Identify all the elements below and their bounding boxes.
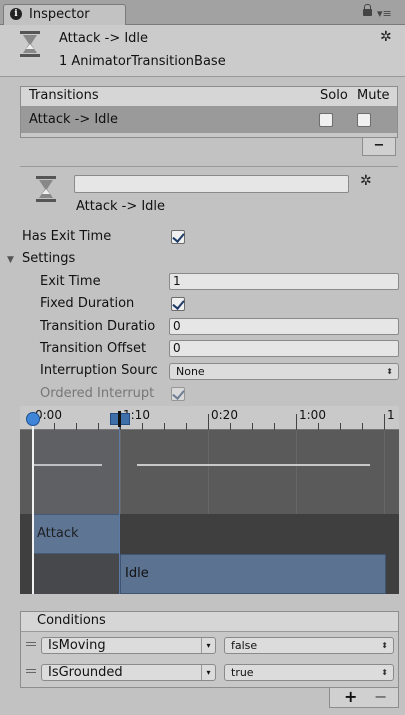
drag-handle-icon[interactable]: [26, 642, 36, 646]
interruption-source-dropdown[interactable]: None ⬍: [169, 363, 399, 380]
transition-duration-field[interactable]: 0: [169, 318, 399, 335]
conditions-header: Conditions: [21, 612, 398, 632]
condition-value-dropdown[interactable]: true ⬍: [224, 664, 394, 681]
timeline-ruler[interactable]: 0:00 1:10 0:20 1:00 1: [20, 406, 399, 430]
hourglass-icon: [36, 176, 56, 202]
condition-parameter-dropdown[interactable]: IsMoving ▾: [41, 637, 216, 654]
transition-offset-label: Transition Offset: [40, 341, 147, 356]
settings-label[interactable]: Settings: [22, 251, 75, 266]
transition-end-line: [119, 420, 120, 594]
mute-header: Mute: [357, 88, 390, 103]
dropdown-arrow-icon: ⬍: [386, 367, 393, 376]
lock-icon[interactable]: [363, 4, 372, 16]
ruler-tick-label: 0:20: [211, 408, 238, 422]
menu-icon[interactable]: ▾≡: [377, 8, 392, 19]
playhead-marker[interactable]: [26, 412, 40, 426]
gear-icon[interactable]: ✲: [380, 29, 392, 45]
transitions-list: Transitions Solo Mute Attack -> Idle: [20, 86, 398, 138]
tab-inspector[interactable]: i Inspector: [3, 4, 126, 25]
inspector-header: Attack -> Idle 1 AnimatorTransitionBase …: [0, 25, 405, 77]
conditions-header-label: Conditions: [37, 613, 106, 628]
dropdown-arrow-icon: ⬍: [381, 641, 388, 650]
transition-row-label: Attack -> Idle: [29, 112, 119, 127]
conditions-footer: + −: [329, 687, 399, 708]
dest-state-label: Idle: [125, 566, 149, 581]
has-exit-time-label: Has Exit Time: [22, 229, 112, 244]
fixed-duration-checkbox[interactable]: [171, 297, 185, 311]
drag-handle-icon[interactable]: [26, 669, 36, 673]
transition-title: Attack -> Idle: [76, 199, 166, 214]
transition-duration-label: Transition Duratio: [40, 319, 156, 334]
interruption-source-label: Interruption Sourc: [40, 363, 158, 378]
transition-subheader: ✲ Attack -> Idle: [20, 166, 398, 218]
remove-condition-button[interactable]: −: [374, 687, 387, 706]
interruption-source-value: None: [176, 365, 205, 378]
transitions-header-label: Transitions: [29, 88, 99, 103]
condition-value: false: [231, 639, 258, 652]
transition-offset-field[interactable]: 0: [169, 340, 399, 357]
hourglass-icon: [20, 31, 40, 57]
header-title: Attack -> Idle: [59, 31, 149, 46]
condition-parameter-value: IsGrounded: [48, 665, 123, 680]
condition-row[interactable]: IsMoving ▾ false ⬍: [21, 635, 398, 657]
condition-row[interactable]: IsGrounded ▾ true ⬍: [21, 662, 398, 684]
tab-label: Inspector: [29, 7, 90, 22]
ruler-tick-label: 1:00: [299, 408, 326, 422]
transitions-header: Transitions Solo Mute: [21, 87, 397, 107]
conditions-list: Conditions IsMoving ▾ false ⬍ IsGrounded…: [20, 611, 399, 688]
playhead-line: [32, 420, 34, 594]
ordered-interrupt-checkbox: [171, 387, 185, 401]
header-subtitle: 1 AnimatorTransitionBase: [59, 54, 226, 69]
add-condition-button[interactable]: +: [344, 687, 357, 706]
has-exit-time-checkbox[interactable]: [171, 230, 185, 244]
condition-parameter-dropdown[interactable]: IsGrounded ▾: [41, 664, 216, 681]
ordered-interrupt-label: Ordered Interrupt: [40, 386, 155, 401]
exit-time-label: Exit Time: [40, 274, 101, 289]
foldout-arrow-icon[interactable]: ▼: [7, 255, 14, 265]
transition-end-handle[interactable]: [118, 411, 121, 427]
transition-row[interactable]: Attack -> Idle: [21, 107, 397, 133]
info-icon: i: [10, 8, 22, 20]
condition-value-dropdown[interactable]: false ⬍: [224, 637, 394, 654]
condition-value: true: [231, 666, 254, 679]
timeline[interactable]: 0:00 1:10 0:20 1:00 1 Attack Idle: [20, 406, 399, 594]
weight-curve-line: [137, 464, 370, 466]
transition-offset-value: 0: [173, 341, 181, 355]
mute-checkbox[interactable]: [357, 113, 371, 127]
exit-time-value: 1: [173, 274, 181, 288]
condition-parameter-value: IsMoving: [48, 638, 106, 653]
solo-header: Solo: [320, 88, 348, 103]
dropdown-arrow-icon: ⬍: [381, 668, 388, 677]
dest-state-bar[interactable]: Idle: [120, 554, 386, 594]
tab-bar: i Inspector ▾≡: [0, 0, 405, 25]
dropdown-arrow-icon: ▾: [201, 638, 215, 653]
ruler-tick-label: 1: [387, 408, 395, 422]
transition-name-field[interactable]: [74, 175, 349, 193]
dropdown-arrow-icon: ▾: [201, 665, 215, 680]
transition-overlap-region: [32, 430, 120, 594]
gear-icon[interactable]: ✲: [360, 173, 372, 189]
transition-duration-value: 0: [173, 319, 181, 333]
transitions-remove-button[interactable]: −: [362, 138, 396, 156]
solo-checkbox[interactable]: [319, 113, 333, 127]
exit-time-field[interactable]: 1: [169, 273, 399, 290]
fixed-duration-label: Fixed Duration: [40, 296, 135, 311]
